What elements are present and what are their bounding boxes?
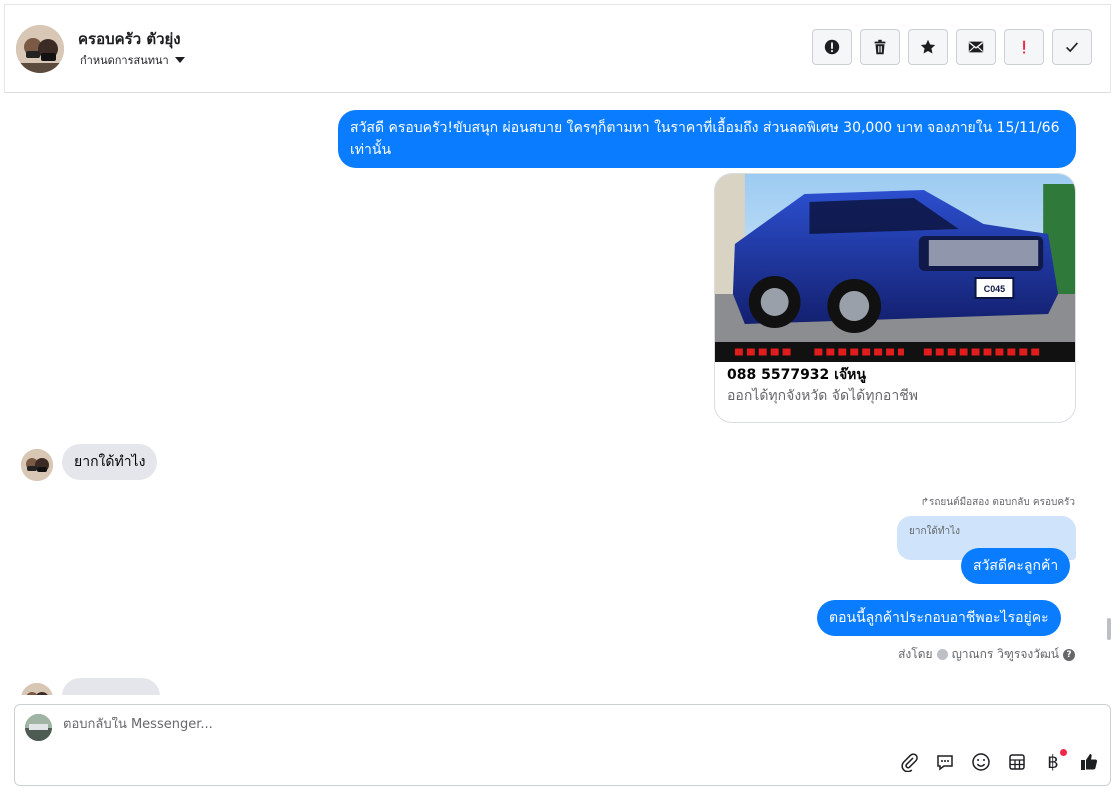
like-button[interactable]: [1078, 751, 1100, 773]
thumbs-up-icon: [1081, 754, 1098, 770]
car-photo: C045: [715, 174, 1075, 362]
star-icon: [920, 39, 936, 54]
license-plate: C045: [984, 284, 1005, 294]
reply-arrow-icon: ↱: [920, 497, 929, 508]
reply-context-label: ↱รถยนต์มือสอง ตอบกลับ ครอบครัว: [920, 497, 1075, 508]
incoming-message[interactable]: [62, 678, 160, 695]
payment-button[interactable]: ฿: [1042, 749, 1067, 773]
spam-button[interactable]: [812, 29, 852, 65]
conversation-header: ครอบครัว ตัวยุ่ง กำหนดการสนทนา: [4, 4, 1111, 93]
star-button[interactable]: [908, 29, 948, 65]
reply-input[interactable]: [63, 717, 863, 732]
assign-label: กำหนดการสนทนา: [80, 54, 169, 67]
envelope-icon: [968, 41, 984, 53]
user-check-icon: [936, 649, 948, 660]
caret-down-icon: [174, 57, 185, 63]
saved-replies-button[interactable]: [934, 751, 956, 773]
sender-name[interactable]: ญาณกร วิฑูรจงวัฒน์: [952, 645, 1059, 664]
notification-dot: [1060, 749, 1067, 756]
mark-unread-button[interactable]: [956, 29, 996, 65]
outgoing-message[interactable]: สวัสดีคะลูกค้า: [961, 548, 1071, 584]
exclamation-circle-icon: [824, 39, 840, 55]
header-actions: [812, 29, 1092, 65]
scrollbar-thumb[interactable]: [1107, 618, 1111, 640]
exclamation-red-icon: [1023, 40, 1026, 54]
outgoing-message[interactable]: สวัสดี ครอบครัว!ขับสนุก ผ่อนสบาย ใครๆก็ต…: [338, 110, 1076, 168]
follow-up-button[interactable]: [1004, 29, 1044, 65]
assign-conversation-dropdown[interactable]: กำหนดการสนทนา: [80, 51, 185, 69]
trash-icon: [874, 39, 886, 55]
contact-name[interactable]: ครอบครัว ตัวยุ่ง: [78, 27, 181, 51]
composer-toolbar: ฿: [898, 749, 1100, 773]
message-thread[interactable]: สวัสดี ครอบครัว!ขับสนุก ผ่อนสบาย ใครๆก็ต…: [0, 93, 1111, 695]
checkmark-icon: [1066, 42, 1079, 53]
attach-button[interactable]: [898, 751, 920, 773]
paperclip-icon: [901, 753, 918, 772]
mark-done-button[interactable]: [1052, 29, 1092, 65]
chat-bubble-icon: [937, 755, 953, 771]
table-icon: [1009, 754, 1025, 770]
incoming-message[interactable]: ยากใด้ทำไง: [62, 444, 158, 480]
baht-icon: ฿: [1047, 751, 1059, 773]
delete-button[interactable]: [860, 29, 900, 65]
emoji-button[interactable]: [970, 751, 992, 773]
smiley-icon: [972, 753, 990, 771]
contact-avatar[interactable]: [16, 25, 64, 73]
message-attachment-card[interactable]: C045 088 5577932 เจ๊หนู ออกได้ทุกจังหวัด…: [714, 173, 1076, 423]
sent-by-label: ส่งโดย ญาณกร วิฑูรจงวัฒน์ ?: [898, 645, 1075, 664]
sender-avatar[interactable]: [21, 449, 53, 481]
outgoing-message[interactable]: ตอนนี้ลูกค้าประกอบอาชีพอะไรอยู่คะ: [817, 600, 1061, 636]
order-button[interactable]: [1006, 751, 1028, 773]
page-avatar: [25, 714, 52, 741]
sender-avatar[interactable]: [21, 683, 53, 695]
card-title: 088 5577932 เจ๊หนู: [727, 367, 866, 383]
help-icon[interactable]: ?: [1063, 648, 1075, 661]
card-subtitle: ออกได้ทุกจังหวัด จัดได้ทุกอาชีพ: [727, 388, 918, 404]
message-composer: ฿: [14, 704, 1111, 786]
